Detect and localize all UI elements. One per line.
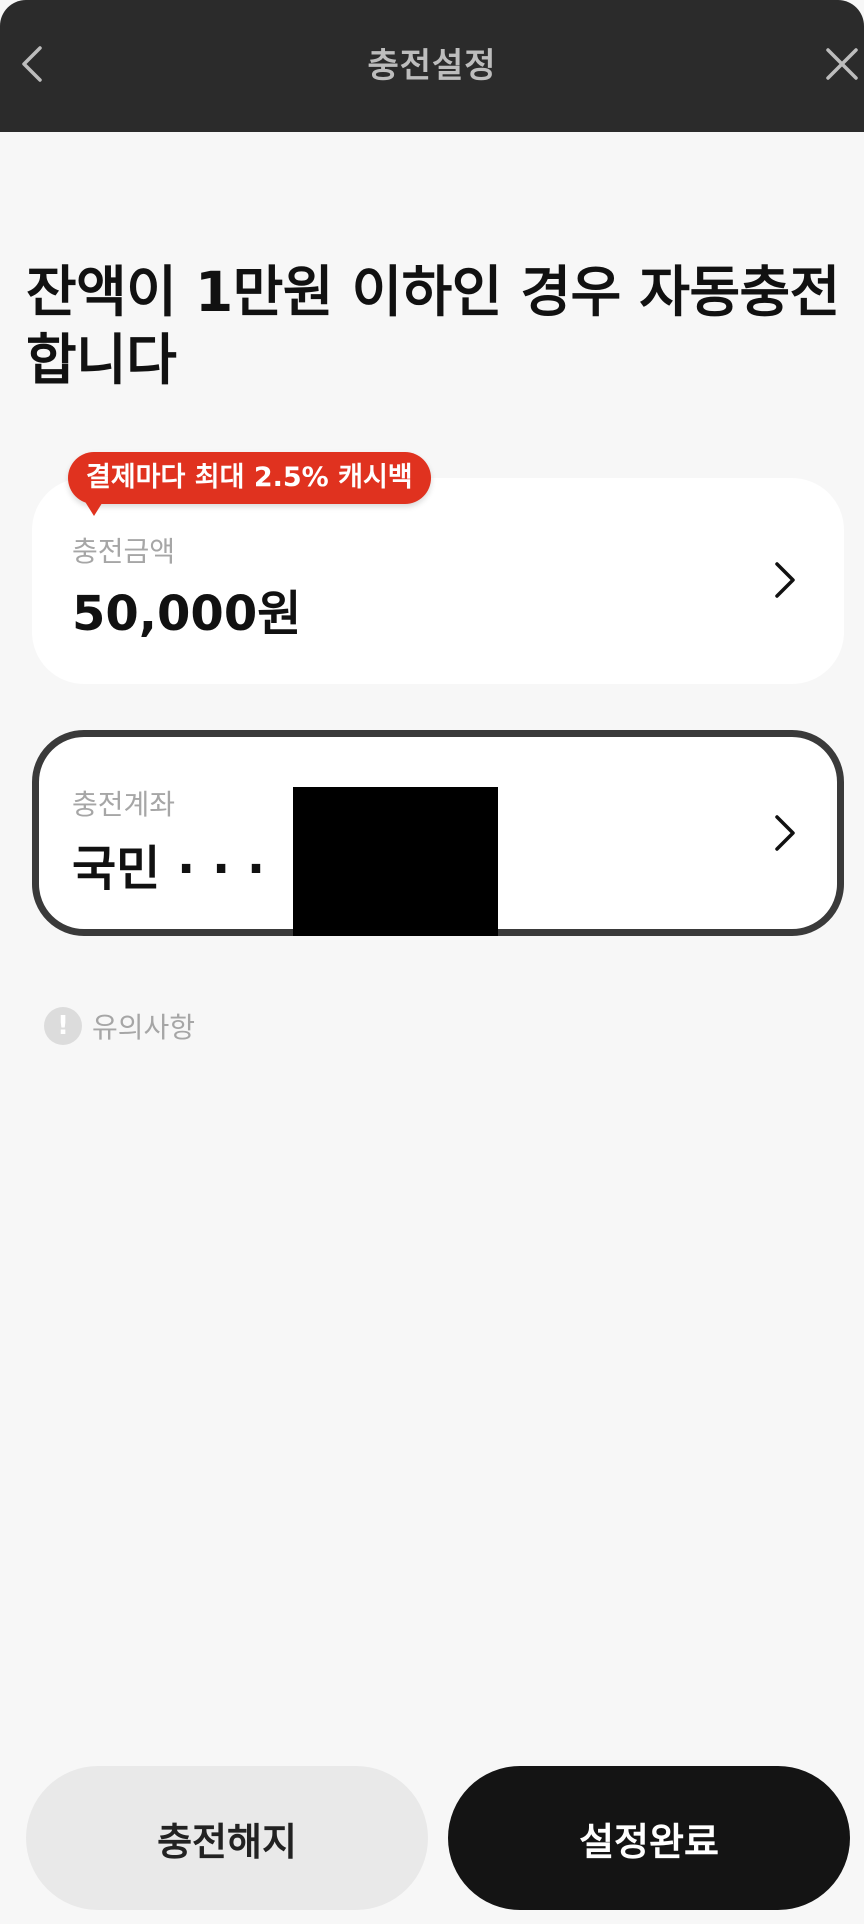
cancel-charge-button[interactable]: 충전해지 xyxy=(26,1766,428,1910)
charge-account-label: 충전계좌 xyxy=(72,788,176,821)
close-icon xyxy=(826,48,858,80)
redacted-account-number xyxy=(293,787,498,936)
badge-tail xyxy=(84,500,104,516)
close-button[interactable] xyxy=(824,44,864,84)
cashback-badge-text: 결제마다 최대 2.5% 캐시백 xyxy=(86,462,413,493)
charge-amount-card[interactable]: 충전금액 50,000원 xyxy=(32,478,844,684)
complete-settings-button[interactable]: 설정완료 xyxy=(448,1766,850,1910)
top-bar: 충전설정 xyxy=(0,0,864,132)
charge-amount-value: 50,000원 xyxy=(72,586,302,642)
charge-settings-screen: 충전설정 잔액이 1만원 이하인 경우 자동충전 합니다 충전금액 50,000… xyxy=(0,0,864,1924)
chevron-right-icon xyxy=(770,558,800,602)
notice-link[interactable]: ! 유의사항 xyxy=(44,1006,195,1046)
exclamation-icon: ! xyxy=(44,1007,82,1045)
charge-amount-label: 충전금액 xyxy=(72,535,176,568)
headline: 잔액이 1만원 이하인 경우 자동충전 합니다 xyxy=(26,260,840,392)
page-title: 충전설정 xyxy=(367,46,497,86)
chevron-right-icon xyxy=(770,811,800,855)
charge-account-card[interactable]: 충전계좌 국민 · · · xyxy=(32,730,844,936)
cashback-badge: 결제마다 최대 2.5% 캐시백 xyxy=(68,452,431,516)
notice-text: 유의사항 xyxy=(92,1011,196,1044)
charge-account-value: 국민 · · · xyxy=(72,841,266,897)
